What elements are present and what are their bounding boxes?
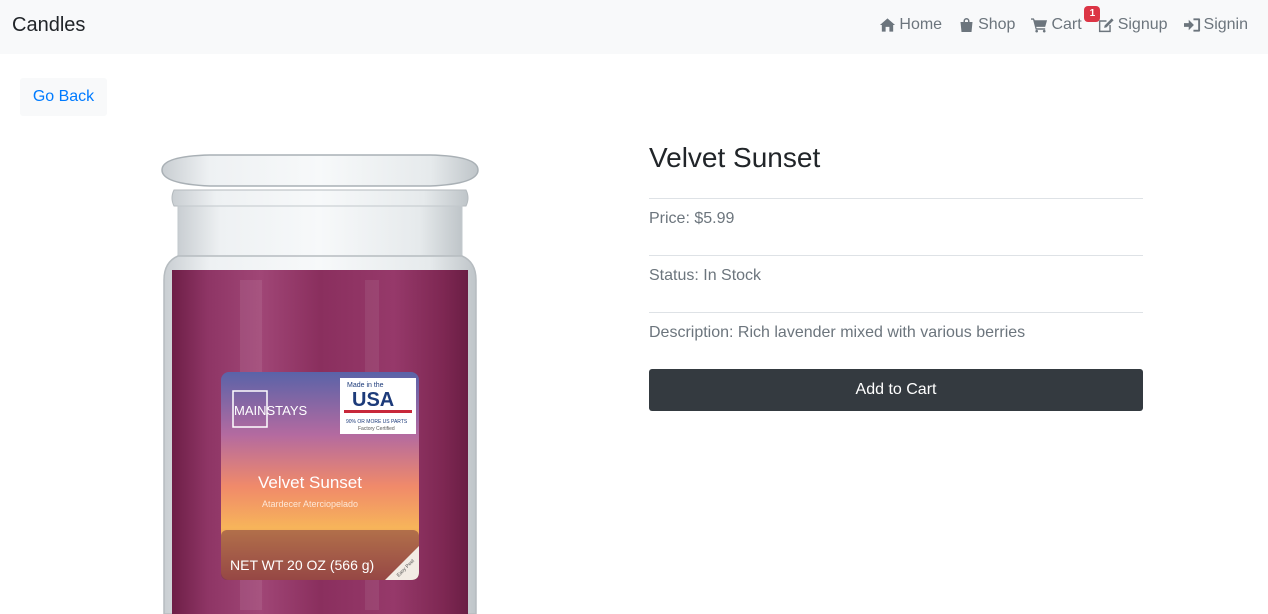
- product-title: Velvet Sunset: [649, 142, 821, 173]
- home-icon: [880, 18, 896, 32]
- nav-home-label: Home: [899, 16, 943, 33]
- shopping-bag-icon: [960, 18, 973, 32]
- nav-signin-link[interactable]: Signin: [1183, 16, 1248, 34]
- shopping-cart-icon: [1031, 18, 1048, 33]
- product-details: Velvet Sunset Price: $5.99 Status: In St…: [649, 140, 1143, 411]
- nav-signup-link[interactable]: Signup: [1098, 16, 1168, 34]
- navbar: Candles Home Shop Cart 1 Signup Signin: [0, 0, 1268, 54]
- nav-shop-label: Shop: [978, 16, 1016, 33]
- nav-cart-label: Cart: [1051, 16, 1082, 33]
- candle-jar-illustration: MAINSTAYS Made in the USA 90% OR MORE US…: [161, 154, 479, 614]
- go-back-button[interactable]: Go Back: [20, 78, 107, 116]
- label-badge-sub: 90% OR MORE US PARTS: [346, 419, 408, 425]
- label-scent-sub: Atardecer Aterciopelado: [262, 499, 358, 509]
- label-badge-sub2: Factory Certified: [358, 426, 395, 432]
- nav-signin-label: Signin: [1203, 16, 1248, 33]
- nav-cart-link[interactable]: Cart 1: [1031, 6, 1101, 34]
- edit-icon: [1098, 18, 1114, 33]
- product-price: Price: $5.99: [649, 198, 1143, 255]
- label-brand: MAINSTAYS: [234, 403, 308, 418]
- label-weight: NET WT 20 OZ (566 g): [230, 557, 374, 573]
- sign-in-icon: [1183, 18, 1200, 32]
- label-badge-main: USA: [352, 389, 394, 411]
- brand-logo[interactable]: Candles: [12, 14, 85, 37]
- label-scent: Velvet Sunset: [258, 473, 362, 492]
- product-image: MAINSTAYS Made in the USA 90% OR MORE US…: [150, 150, 490, 614]
- nav-signup-label: Signup: [1117, 16, 1168, 33]
- nav-shop-link[interactable]: Shop: [958, 16, 1015, 34]
- product-description: Description: Rich lavender mixed with va…: [649, 312, 1143, 369]
- label-badge-top: Made in the: [347, 382, 384, 389]
- product-status: Status: In Stock: [649, 255, 1143, 312]
- nav-links: Home Shop Cart 1 Signup Signin: [863, 6, 1248, 34]
- add-to-cart-button[interactable]: Add to Cart: [649, 369, 1143, 411]
- nav-home-link[interactable]: Home: [879, 16, 942, 34]
